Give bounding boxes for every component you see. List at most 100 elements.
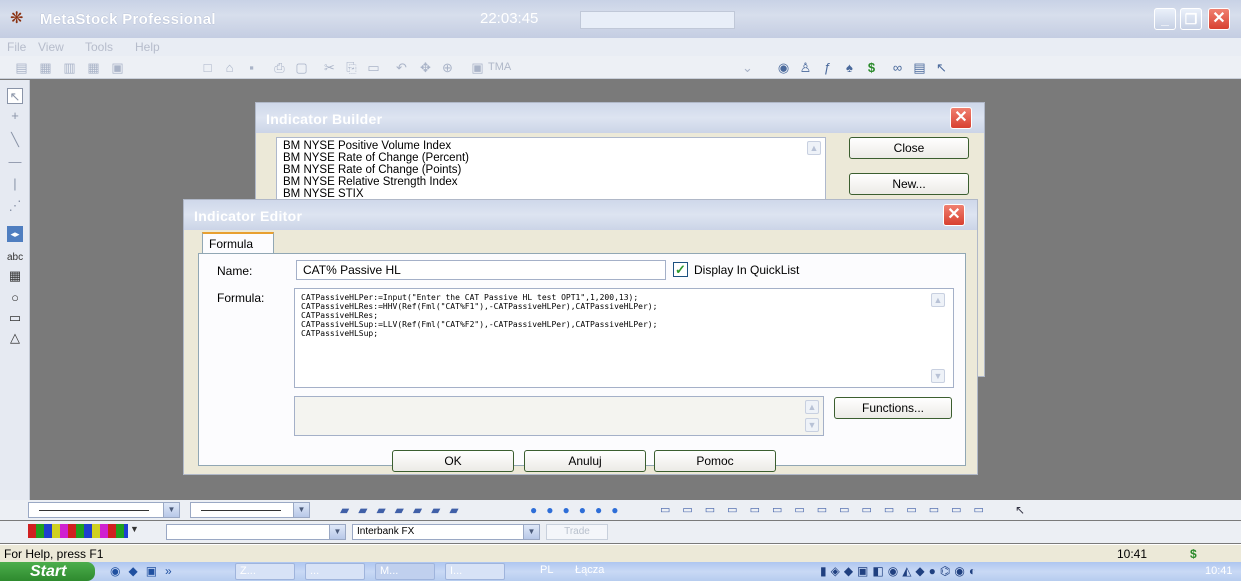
task-button[interactable]: ...	[305, 563, 365, 580]
cut-icon[interactable]: ✂	[322, 60, 337, 75]
layout-icon[interactable]: ▤	[14, 60, 29, 75]
quicklaunch-icons[interactable]: ◉◆▣»	[110, 564, 180, 578]
formula-line: CATPassiveHLSup;	[301, 329, 379, 338]
builder-new-button[interactable]: New...	[849, 173, 969, 195]
builder-close-icon[interactable]: ✕	[950, 107, 972, 129]
indicator-icon[interactable]: ▣	[470, 60, 485, 75]
menu-tools[interactable]: Tools	[85, 40, 113, 54]
symbol-dropdown-icon[interactable]: ▼	[523, 525, 539, 539]
scroll-icon[interactable]: ◂▸	[7, 226, 23, 242]
list-scroll-up-icon[interactable]: ▲	[807, 141, 821, 155]
color-palette[interactable]	[28, 524, 128, 538]
zoom-icon[interactable]: ⊕	[440, 60, 455, 75]
taskbar: Start ◉◆▣» Z... ... M... I... PL Łącza ▮…	[0, 562, 1241, 581]
dollar-icon[interactable]: $	[864, 60, 879, 75]
horizontal-line-icon[interactable]: —	[7, 154, 23, 170]
restore-button[interactable]: ❐	[1180, 8, 1202, 30]
line-weight-combo[interactable]: ▼	[190, 502, 310, 518]
copy-icon[interactable]: ⎘	[344, 60, 359, 75]
task-button[interactable]: I...	[445, 563, 505, 580]
open-icon[interactable]: ⌂	[222, 60, 237, 75]
name-field[interactable]: CAT% Passive HL	[296, 260, 666, 280]
rows-icon[interactable]: ▥	[62, 60, 77, 75]
tab-formula-label: Formula	[209, 237, 254, 251]
ok-button[interactable]: OK	[392, 450, 514, 472]
editor-close-icon[interactable]: ✕	[943, 204, 965, 226]
trade-button[interactable]: Trade	[546, 524, 608, 540]
clock: 22:03:45	[480, 10, 539, 27]
symbol-toolbar: ▼ ▼ Interbank FX ▼ Trade	[0, 521, 1241, 543]
chart-style-icons[interactable]: ▰▰▰▰▰▰▰	[340, 503, 468, 517]
period-combo[interactable]: ▼	[166, 524, 346, 540]
formula-scroll-up-icon[interactable]: ▲	[931, 293, 945, 307]
help-scroll-up-icon[interactable]: ▲	[805, 400, 819, 414]
tray-icons[interactable]: ▮◈◆▣◧◉◭◆●⌬◉◐	[820, 564, 980, 578]
minimize-button[interactable]: _	[1154, 8, 1176, 30]
language-indicator[interactable]: PL	[540, 564, 553, 576]
functions-button[interactable]: Functions...	[834, 397, 952, 419]
undo-icon[interactable]: ↶	[394, 60, 409, 75]
tile-icon[interactable]: ▣	[110, 60, 125, 75]
text-icon[interactable]: abc	[7, 250, 23, 266]
sphere-icons[interactable]: ●●●●●●	[530, 503, 628, 517]
task-button[interactable]: M...	[375, 563, 435, 580]
palette-dropdown-icon[interactable]: ▼	[130, 524, 139, 534]
system-icon[interactable]: ♠	[842, 60, 857, 75]
rectangle-icon[interactable]: ▭	[7, 310, 23, 326]
grid-icon[interactable]: ▦	[38, 60, 53, 75]
formula-icon[interactable]: ƒ	[820, 60, 835, 75]
preview-icon[interactable]: ▢	[294, 60, 309, 75]
fan-icon[interactable]: ⋰	[7, 198, 23, 214]
news-icon[interactable]: ▤	[912, 60, 927, 75]
pointer-icon[interactable]: ↖	[7, 88, 23, 104]
indicator-list[interactable]: BM NYSE Positive Volume Index BM NYSE Ra…	[276, 137, 826, 207]
symbol-combo[interactable]: Interbank FX ▼	[352, 524, 540, 540]
paste-icon[interactable]: ▭	[366, 60, 381, 75]
indicator-dropdown-icon[interactable]: ⌄	[740, 60, 755, 75]
menu-view[interactable]: View	[38, 40, 64, 54]
menu-help[interactable]: Help	[135, 40, 160, 54]
vertical-line-icon[interactable]: |	[7, 176, 23, 192]
crosshair-icon[interactable]: +	[7, 108, 23, 124]
triangle-icon[interactable]: △	[7, 330, 23, 346]
new-icon[interactable]: □	[200, 60, 215, 75]
start-button[interactable]: Start	[0, 562, 95, 581]
indicator-combo[interactable]: TMA	[488, 61, 511, 73]
layout-icons[interactable]: ▭▭▭▭▭▭▭▭▭▭▭▭▭▭▭	[660, 503, 996, 516]
grid-tool-icon[interactable]: ▦	[7, 268, 23, 284]
formula-editor[interactable]: CATPassiveHLPer:=Input("Enter the CAT Pa…	[294, 288, 954, 388]
links-toolbar[interactable]: Łącza	[575, 564, 604, 576]
app-close-button[interactable]: ✕	[1208, 8, 1230, 30]
status-dollar-icon: $	[1190, 547, 1197, 561]
list-item[interactable]: BM NYSE Rate of Change (Points)	[283, 164, 819, 176]
list-item[interactable]: BM NYSE Relative Strength Index	[283, 176, 819, 188]
trendline-icon[interactable]: ╲	[7, 132, 23, 148]
list-item[interactable]: BM NYSE Rate of Change (Percent)	[283, 152, 819, 164]
line-weight-dropdown-icon[interactable]: ▼	[293, 503, 309, 517]
explorer-icon[interactable]: ♙	[798, 60, 813, 75]
expert-icon[interactable]: ◉	[776, 60, 791, 75]
line-style-toolbar: ▼ ▼ ▰▰▰▰▰▰▰ ●●●●●● ▭▭▭▭▭▭▭▭▭▭▭▭▭▭▭ ↖	[0, 500, 1241, 520]
list-item[interactable]: BM NYSE Positive Volume Index	[283, 140, 819, 152]
move-icon[interactable]: ✥	[418, 60, 433, 75]
pointer-end-icon[interactable]: ↖	[1015, 503, 1025, 517]
help-button[interactable]: Pomoc	[654, 450, 776, 472]
task-button[interactable]: Z...	[235, 563, 295, 580]
period-dropdown-icon[interactable]: ▼	[329, 525, 345, 539]
print-icon[interactable]: ⎙	[272, 60, 287, 75]
save-icon[interactable]: ▪	[244, 60, 259, 75]
cancel-button[interactable]: Anuluj	[524, 450, 646, 472]
help-scroll-down-icon[interactable]: ▼	[805, 418, 819, 432]
formula-scroll-down-icon[interactable]: ▼	[931, 369, 945, 383]
menu-file[interactable]: File	[7, 40, 26, 54]
formula-line: CATPassiveHLPer:=Input("Enter the CAT Pa…	[301, 293, 639, 302]
tab-formula[interactable]: Formula	[202, 232, 274, 254]
line-style-dropdown-icon[interactable]: ▼	[163, 503, 179, 517]
ellipse-icon[interactable]: ○	[7, 290, 23, 306]
line-style-combo[interactable]: ▼	[28, 502, 180, 518]
table-icon[interactable]: ▦	[86, 60, 101, 75]
help-pointer-icon[interactable]: ↖	[934, 60, 949, 75]
quicklist-checkbox[interactable]: ✓	[673, 262, 688, 277]
binoculars-icon[interactable]: ∞	[890, 60, 905, 75]
builder-close-button[interactable]: Close	[849, 137, 969, 159]
